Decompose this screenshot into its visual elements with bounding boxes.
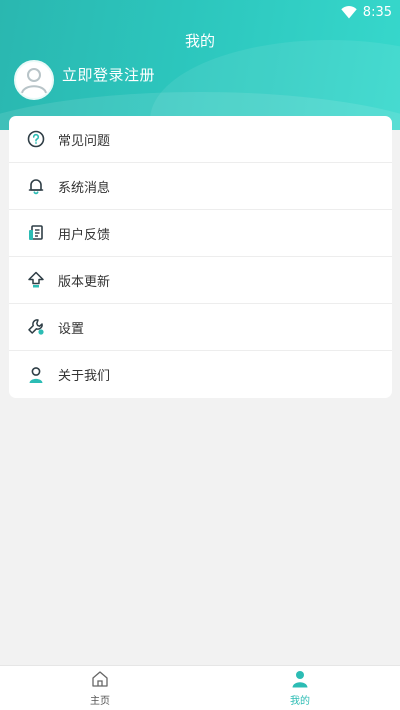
menu-item-label: 常见问题 — [58, 133, 111, 149]
login-register-link[interactable]: 立即登录注册 — [62, 64, 155, 85]
profile-header: 8:35 我的 立即登录注册 — [0, 0, 400, 130]
wrench-icon — [27, 318, 45, 336]
tab-mine[interactable]: 我的 — [200, 666, 400, 710]
page-title: 我的 — [184, 32, 215, 50]
person-icon — [27, 366, 45, 384]
feedback-document-icon — [27, 224, 45, 242]
bottom-tab-bar: 主页 我的 — [0, 665, 400, 710]
menu-item-label: 系统消息 — [58, 180, 111, 196]
menu-list: 常见问题 系统消息 用户反馈 版本更新 设置 关于我们 — [9, 116, 392, 398]
bell-icon — [27, 177, 45, 195]
tab-label: 我的 — [290, 695, 310, 707]
tab-label: 主页 — [90, 695, 110, 707]
menu-item-settings[interactable]: 设置 — [9, 304, 392, 351]
menu-item-about-us[interactable]: 关于我们 — [9, 351, 392, 398]
home-icon — [91, 670, 109, 688]
user-icon — [291, 670, 309, 688]
status-time: 8:35 — [362, 4, 392, 20]
avatar-icon — [16, 62, 52, 98]
avatar[interactable] — [14, 60, 54, 100]
menu-item-version-update[interactable]: 版本更新 — [9, 257, 392, 304]
status-bar: 8:35 — [341, 2, 392, 22]
menu-item-label: 版本更新 — [58, 274, 111, 290]
my-page-screen: 8:35 我的 立即登录注册 常见问题 系统消息 用户反馈 版本更新 设置 关于… — [0, 0, 400, 710]
menu-item-label: 用户反馈 — [58, 227, 111, 243]
upload-arrow-icon — [27, 271, 45, 289]
menu-item-faq[interactable]: 常见问题 — [9, 116, 392, 163]
menu-item-label: 关于我们 — [58, 369, 111, 384]
menu-item-user-feedback[interactable]: 用户反馈 — [9, 210, 392, 257]
wifi-icon — [341, 5, 357, 19]
menu-item-system-messages[interactable]: 系统消息 — [9, 163, 392, 210]
question-circle-icon — [27, 130, 45, 148]
tab-home[interactable]: 主页 — [0, 666, 200, 710]
menu-item-label: 设置 — [58, 321, 85, 337]
